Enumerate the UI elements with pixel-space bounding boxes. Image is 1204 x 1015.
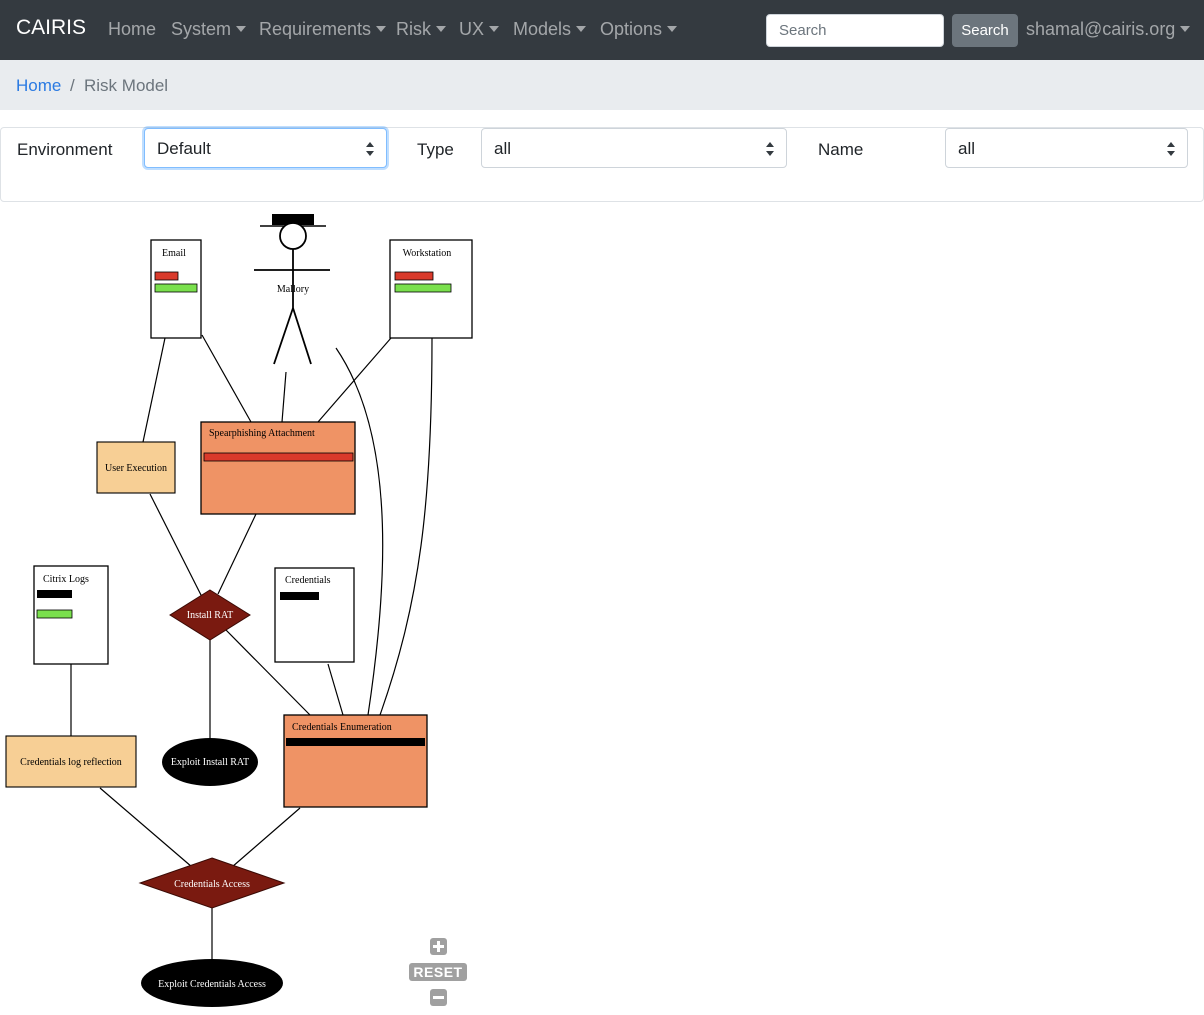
navbar: CAIRIS Home System Requirements Risk UX … [0,0,1204,60]
edge [379,337,433,716]
search-button[interactable]: Search [952,14,1018,47]
misuse-exploit-credentials-access-node[interactable]: Exploit Credentials Access [141,959,283,1007]
edge [231,807,301,868]
threat-credentials-enumeration-label: Credentials Enumeration [292,722,392,733]
threat-credentials-enumeration-node[interactable]: Credentials Enumeration [283,714,428,808]
breadcrumb: Home / Risk Model [0,60,1204,110]
environment-label: Environment [17,140,113,159]
asset-email-node[interactable]: Email [150,239,202,339]
environment-selected-value: Default [157,139,211,158]
availability-bar [154,283,198,293]
user-menu-dropdown[interactable]: shamal@cairis.org [1026,19,1190,40]
nav-requirements-dropdown[interactable]: Requirements [259,19,386,40]
confidentiality-bar [394,271,434,281]
breadcrumb-separator: / [70,76,75,95]
likelihood-bar [286,738,425,746]
type-label: Type [417,140,454,159]
edge [317,337,392,423]
search-input[interactable] [766,14,944,47]
breadcrumb-home-link[interactable]: Home [16,76,61,96]
nav-system-dropdown[interactable]: System [171,19,246,40]
zoom-out-icon[interactable] [430,989,447,1006]
vulnerability-credentials-log-reflection-node[interactable]: Credentials log reflection [5,735,137,788]
likelihood-bar [203,452,354,462]
asset-credentials-label: Credentials [285,575,331,586]
asset-citrix-logs-label: Citrix Logs [43,574,89,585]
confidentiality-bar [154,271,179,281]
edge [99,787,193,868]
nav-ux-dropdown[interactable]: UX [459,19,499,40]
availability-bar [36,609,73,619]
brand-logo[interactable]: CAIRIS [16,16,86,40]
risk-install-rat-node[interactable]: Install RAT [169,589,251,641]
nav-models-dropdown[interactable]: Models [513,19,586,40]
risk-credentials-access-node[interactable]: Credentials Access [138,857,286,909]
asset-email-label: Email [162,248,186,259]
misuse-exploit-install-rat-node[interactable]: Exploit Install RAT [162,738,258,786]
name-label: Name [818,140,864,159]
select-arrows-icon [366,142,374,156]
attacker-mallory-node[interactable]: Mallory [254,214,330,365]
nav-options-dropdown[interactable]: Options [600,19,677,40]
edge [327,663,344,716]
risk-credentials-access-label: Credentials Access [174,879,250,890]
threat-spearphishing-label: Spearphishing Attachment [209,428,315,439]
threat-spearphishing-node[interactable]: Spearphishing Attachment [200,421,356,515]
vulnerability-user-execution-label: User Execution [105,463,167,474]
asset-workstation-node[interactable]: Workstation [389,239,473,339]
edge [142,337,166,443]
nav-home[interactable]: Home [108,19,156,40]
vulnerability-credentials-log-reflection-label: Credentials log reflection [20,757,122,768]
breadcrumb-current: Risk Model [84,76,169,95]
vulnerability-user-execution-node[interactable]: User Execution [96,441,176,494]
asset-workstation-label: Workstation [403,248,452,259]
type-selected-value: all [494,139,512,158]
zoom-in-icon[interactable] [430,938,447,955]
risk-install-rat-label: Install RAT [187,610,233,621]
risk-model-canvas[interactable]: Email Mallory Workstation Spearphishing … [0,202,1204,1015]
confidentiality-bar [37,590,72,598]
misuse-exploit-credentials-access-label: Exploit Credentials Access [158,979,266,990]
name-selected-value: all [958,139,976,158]
asset-credentials-node[interactable]: Credentials [274,567,355,663]
filter-panel: Environment Default Type all Name all [0,127,1204,202]
edge [201,334,252,423]
nav-risk-dropdown[interactable]: Risk [396,19,446,40]
name-select[interactable]: all [945,128,1188,168]
edge [149,493,203,598]
edge [217,513,257,595]
environment-select[interactable]: Default [144,128,387,168]
select-arrows-icon [1167,142,1175,156]
type-select[interactable]: all [481,128,787,168]
reset-zoom-button[interactable]: RESET [409,963,467,981]
attacker-label: Mallory [277,284,309,295]
misuse-exploit-install-rat-label: Exploit Install RAT [171,757,249,768]
asset-citrix-logs-node[interactable]: Citrix Logs [33,565,109,665]
availability-bar [394,283,452,293]
risk-model-graph[interactable]: Email Mallory Workstation Spearphishing … [0,202,1204,1015]
select-arrows-icon [766,142,774,156]
confidentiality-bar [280,592,319,600]
edge [281,371,287,423]
